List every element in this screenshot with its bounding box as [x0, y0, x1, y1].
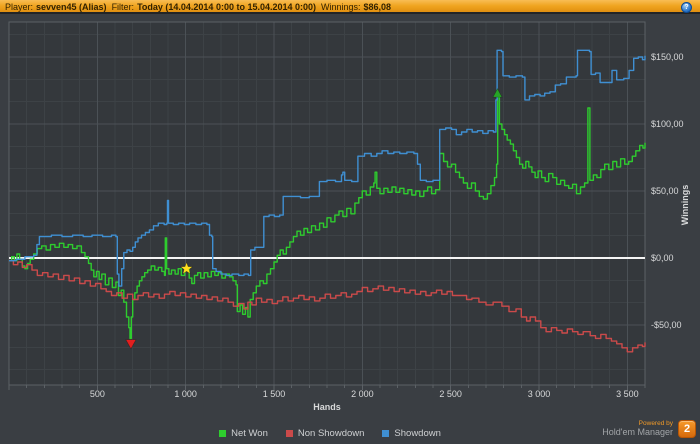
holdem-manager-graph-window: Player: sevven45 (Alias) Filter: Today (14… [0, 0, 700, 444]
legend-item-non-showdown[interactable]: Non Showdown [285, 427, 365, 439]
legend-swatch-non-showdown [285, 429, 293, 437]
winnings-value: $86,08 [363, 1, 392, 12]
y-tick-label: $100,00 [651, 119, 684, 129]
x-tick-label: 1 000 [174, 389, 197, 399]
hm2-badge: 2 [678, 420, 696, 438]
legend-label: Non Showdown [297, 427, 365, 439]
y-tick-label: $0,00 [651, 253, 674, 263]
x-tick-label: 3 500 [616, 389, 639, 399]
player-label: Player: [5, 1, 34, 12]
x-tick-label: 500 [90, 389, 105, 399]
legend-label: Net Won [231, 427, 268, 439]
x-tick-label: 1 500 [263, 389, 286, 399]
y-tick-label: -$50,00 [651, 320, 682, 330]
legend-swatch-showdown [382, 429, 390, 437]
legend-item-showdown[interactable]: Showdown [382, 427, 441, 439]
player-name: sevven45 (Alias) [36, 1, 107, 12]
x-tick-label: 3 000 [528, 389, 551, 399]
legend-swatch-net-won [219, 429, 227, 437]
status-bar: Player: sevven45 (Alias) Filter: Today (14… [0, 0, 700, 14]
filter-value: Today (14.04.2014 0:00 to 15.04.2014 0:0… [137, 1, 317, 12]
chart-legend: Net Won Non Showdown Showdown [0, 424, 660, 442]
winnings-label: Winnings: [321, 1, 361, 12]
filter-label: Filter: [111, 1, 135, 12]
brand-name: Hold'em Manager [602, 427, 673, 438]
help-icon[interactable]: ? [681, 2, 692, 13]
x-tick-label: 2 500 [439, 389, 462, 399]
y-tick-label: $150,00 [651, 52, 684, 62]
legend-item-net-won[interactable]: Net Won [219, 428, 268, 439]
y-tick-label: $50,00 [651, 186, 679, 196]
powered-by-footer[interactable]: Powered by Hold'em Manager 2 [602, 420, 696, 438]
x-axis-title: Hands [313, 402, 341, 412]
winnings-graph: 500 1 000 1 500 2 000 2 500 3 000 3 500 $150,00… [8, 21, 690, 412]
legend-label: Showdown [394, 427, 441, 439]
x-tick-label: 2 000 [351, 389, 374, 399]
y-axis-title: Winnings [680, 185, 690, 225]
